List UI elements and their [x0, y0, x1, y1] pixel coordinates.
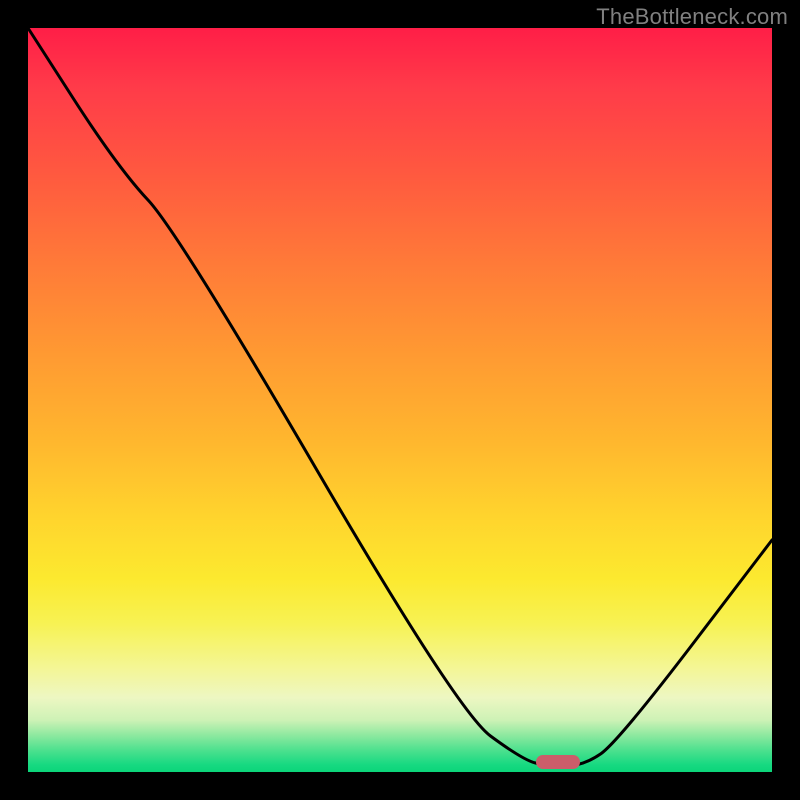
- chart-frame: TheBottleneck.com: [0, 0, 800, 800]
- bottleneck-curve: [28, 28, 772, 772]
- plot-area: [28, 28, 772, 772]
- watermark-text: TheBottleneck.com: [596, 4, 788, 30]
- optimal-marker: [536, 755, 580, 769]
- curve-path: [28, 28, 772, 766]
